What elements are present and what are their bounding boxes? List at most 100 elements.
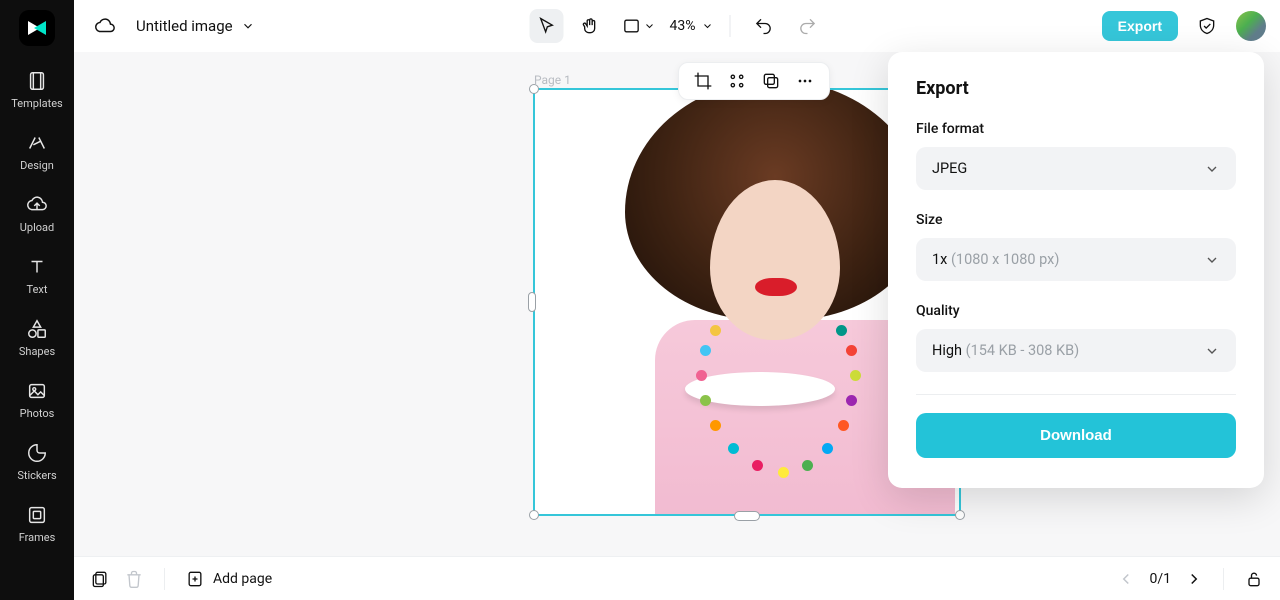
page-label: Page 1 bbox=[534, 73, 571, 87]
bottom-toolbar: Add page 0/1 bbox=[74, 556, 1280, 600]
undo-icon bbox=[754, 16, 774, 36]
canvas-size-button[interactable] bbox=[618, 9, 660, 43]
sidebar-item-frames[interactable]: Frames bbox=[0, 494, 74, 556]
background-remove-button[interactable] bbox=[727, 71, 747, 91]
pages-overview-button[interactable] bbox=[90, 569, 110, 589]
text-icon bbox=[26, 256, 48, 278]
redo-icon bbox=[798, 16, 818, 36]
toolbar-divider bbox=[730, 15, 731, 37]
trash-icon bbox=[124, 569, 144, 589]
add-page-icon bbox=[185, 569, 205, 589]
upload-icon bbox=[26, 194, 48, 216]
file-format-value: JPEG bbox=[932, 160, 967, 177]
sidebar-item-shapes[interactable]: Shapes bbox=[0, 308, 74, 370]
shapes-icon bbox=[26, 318, 48, 340]
quality-select[interactable]: High (154 KB - 308 KB) bbox=[916, 329, 1236, 372]
photos-icon bbox=[26, 380, 48, 402]
sidebar-item-label: Frames bbox=[19, 531, 56, 544]
prev-page-button[interactable] bbox=[1117, 570, 1135, 588]
sidebar-item-text[interactable]: Text bbox=[0, 246, 74, 308]
sidebar-item-design[interactable]: Design bbox=[0, 122, 74, 184]
sidebar-item-photos[interactable]: Photos bbox=[0, 370, 74, 432]
export-button[interactable]: Export bbox=[1102, 11, 1178, 41]
download-button[interactable]: Download bbox=[916, 413, 1236, 458]
zoom-value: 43% bbox=[670, 18, 696, 34]
size-value: 1x (1080 x 1080 px) bbox=[932, 251, 1059, 268]
crop-button[interactable] bbox=[693, 71, 713, 91]
file-format-select[interactable]: JPEG bbox=[916, 147, 1236, 190]
chevron-down-icon bbox=[644, 20, 656, 32]
sidebar-item-label: Stickers bbox=[17, 469, 56, 482]
top-toolbar: Untitled image 43% Export bbox=[74, 0, 1280, 52]
document-title[interactable]: Untitled image bbox=[136, 17, 255, 35]
resize-handle-ml[interactable] bbox=[528, 292, 536, 312]
page-indicator: 0/1 bbox=[1149, 571, 1171, 587]
cloud-icon bbox=[94, 15, 116, 37]
lock-button[interactable] bbox=[1244, 569, 1264, 589]
sidebar-item-upload[interactable]: Upload bbox=[0, 184, 74, 246]
duplicate-button[interactable] bbox=[761, 71, 781, 91]
size-select[interactable]: 1x (1080 x 1080 px) bbox=[916, 238, 1236, 281]
resize-handle-br[interactable] bbox=[955, 510, 965, 520]
lock-open-icon bbox=[1244, 569, 1264, 589]
shield-button[interactable] bbox=[1190, 9, 1224, 43]
size-label: Size bbox=[916, 212, 1236, 228]
quality-value: High (154 KB - 308 KB) bbox=[932, 342, 1079, 359]
export-panel-title: Export bbox=[916, 78, 1236, 99]
left-sidebar: Templates Design Upload Text Shapes Phot… bbox=[0, 0, 74, 600]
chevron-down-icon bbox=[241, 19, 255, 33]
more-options-button[interactable] bbox=[795, 71, 815, 91]
next-page-button[interactable] bbox=[1185, 570, 1203, 588]
stickers-icon bbox=[26, 442, 48, 464]
sidebar-item-label: Shapes bbox=[19, 345, 55, 358]
app-logo[interactable] bbox=[19, 10, 55, 46]
user-avatar[interactable] bbox=[1236, 11, 1266, 41]
duplicate-icon bbox=[761, 71, 781, 91]
chevron-down-icon bbox=[1204, 343, 1220, 359]
quality-label: Quality bbox=[916, 303, 1236, 319]
export-panel: Export File format JPEG Size 1x (1080 x … bbox=[888, 52, 1264, 488]
cursor-icon bbox=[537, 16, 557, 36]
resize-handle-bl[interactable] bbox=[529, 510, 539, 520]
pages-icon bbox=[90, 569, 110, 589]
sidebar-item-templates[interactable]: Templates bbox=[0, 60, 74, 122]
image-region-necklace bbox=[690, 315, 860, 505]
zoom-control[interactable]: 43% bbox=[670, 18, 714, 34]
sparkle-grid-icon bbox=[727, 71, 747, 91]
file-format-label: File format bbox=[916, 121, 1236, 137]
sidebar-item-label: Photos bbox=[20, 407, 55, 420]
sidebar-item-stickers[interactable]: Stickers bbox=[0, 432, 74, 494]
cloud-sync-button[interactable] bbox=[88, 9, 122, 43]
redo-button[interactable] bbox=[791, 9, 825, 43]
resize-handle-mb[interactable] bbox=[734, 511, 760, 521]
export-panel-divider bbox=[916, 394, 1236, 395]
frames-icon bbox=[26, 504, 48, 526]
hand-tool-button[interactable] bbox=[574, 9, 608, 43]
sidebar-item-label: Design bbox=[20, 159, 54, 172]
chevron-right-icon bbox=[1185, 570, 1203, 588]
selection-toolbar bbox=[678, 62, 830, 100]
templates-icon bbox=[26, 70, 48, 92]
undo-button[interactable] bbox=[747, 9, 781, 43]
select-tool-button[interactable] bbox=[530, 9, 564, 43]
crop-icon bbox=[693, 71, 713, 91]
document-title-text: Untitled image bbox=[136, 17, 233, 35]
resize-handle-tl[interactable] bbox=[529, 84, 539, 94]
frame-icon bbox=[622, 16, 642, 36]
bottombar-divider bbox=[1223, 568, 1224, 590]
design-icon bbox=[26, 132, 48, 154]
bottombar-divider bbox=[164, 568, 165, 590]
chevron-down-icon bbox=[1204, 161, 1220, 177]
chevron-left-icon bbox=[1117, 570, 1135, 588]
shield-check-icon bbox=[1197, 16, 1217, 36]
add-page-button[interactable]: Add page bbox=[185, 569, 272, 589]
image-region-lips bbox=[755, 278, 797, 296]
sidebar-item-label: Text bbox=[27, 283, 48, 296]
capcut-logo-icon bbox=[25, 16, 49, 40]
chevron-down-icon bbox=[702, 20, 714, 32]
sidebar-item-label: Upload bbox=[20, 221, 54, 234]
more-horizontal-icon bbox=[795, 71, 815, 91]
sidebar-item-label: Templates bbox=[11, 97, 62, 110]
add-page-label: Add page bbox=[213, 571, 272, 587]
delete-page-button[interactable] bbox=[124, 569, 144, 589]
